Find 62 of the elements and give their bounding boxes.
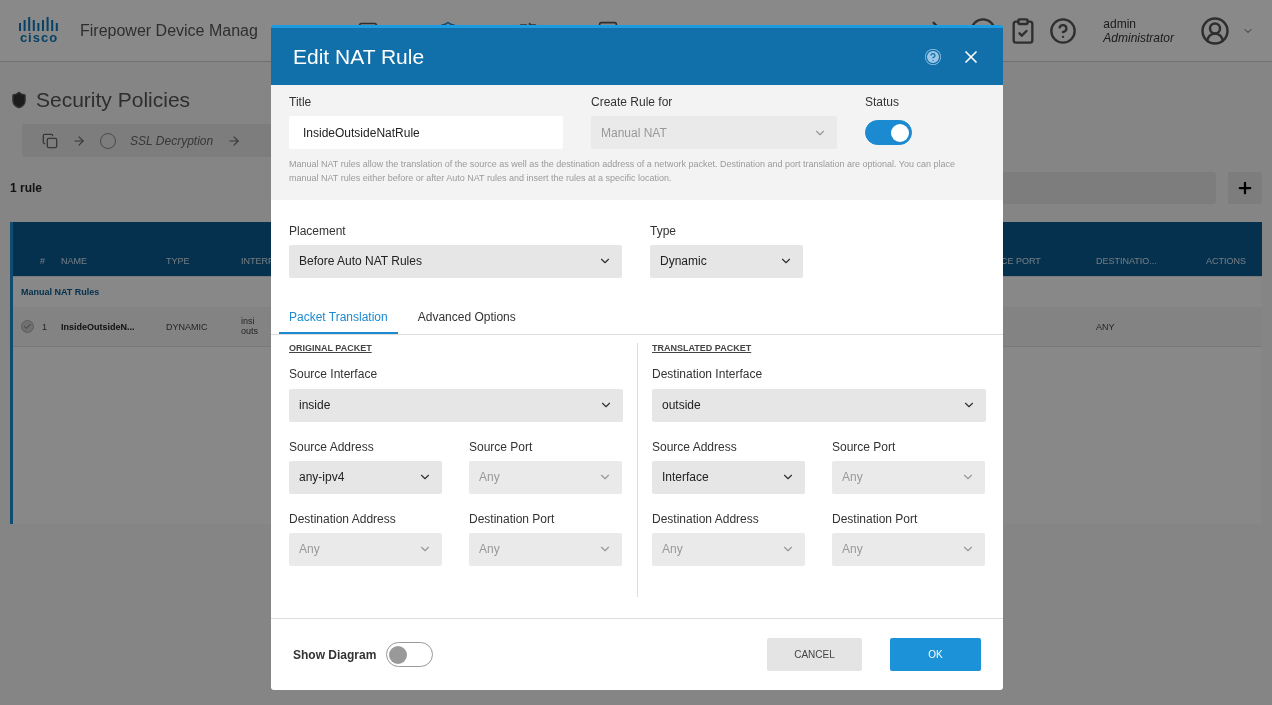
group-label: Manual NAT Rules (20, 286, 101, 299)
title-input[interactable]: InsideOutsideNatRule (289, 116, 563, 149)
logo-text: cisco (19, 31, 59, 44)
help-icon[interactable] (1049, 16, 1078, 45)
cancel-button[interactable]: CANCEL (767, 638, 862, 671)
select-field[interactable]: Before Auto NAT Rules (289, 244, 622, 278)
field-label: Source Port (469, 439, 534, 454)
arrow-icon (227, 133, 242, 148)
dialog-title: Edit NAT Rule (293, 44, 425, 69)
ok-button[interactable]: OK (890, 638, 981, 671)
user-avatar-icon[interactable] (1200, 15, 1230, 46)
logo-bars-icon (18, 17, 60, 31)
column-header: DESTINATIO... (1095, 256, 1158, 268)
select-field[interactable]: any-ipv4 (289, 460, 442, 494)
copy-icon[interactable] (42, 132, 58, 149)
section-heading: ORIGINAL PACKET (289, 342, 373, 353)
select-field[interactable]: Dynamic (650, 244, 803, 278)
rule-count: 1 rule (10, 181, 42, 195)
field-label: Destination Address (289, 511, 397, 526)
tab[interactable]: Advanced Options (407, 301, 526, 334)
field-label: Source Address (289, 439, 375, 454)
field-label: Placement (289, 223, 347, 238)
field-label: Destination Port (469, 511, 556, 526)
select-field[interactable]: Interface (652, 460, 805, 494)
column-header: # (39, 256, 46, 268)
breadcrumb-step[interactable]: SSL Decryption (130, 133, 214, 148)
column-header: NAME (60, 256, 88, 268)
field-label: Source Address (652, 439, 738, 454)
add-button[interactable] (1228, 172, 1262, 204)
column-header: TYPE (165, 256, 191, 268)
tab[interactable]: Packet Translation (279, 301, 398, 334)
field-label: Status (865, 95, 901, 109)
field-label: Source Port (832, 439, 897, 454)
help-icon[interactable] (925, 48, 941, 65)
plus-icon (1236, 179, 1254, 197)
row-checkbox[interactable] (21, 320, 34, 333)
field-label: Show Diagram (293, 647, 377, 662)
field-label: Destination Port (832, 511, 919, 526)
section-heading: TRANSLATED PACKET (652, 342, 753, 353)
user-name: admin (1103, 16, 1137, 31)
field-label: Destination Address (652, 511, 760, 526)
status-toggle[interactable] (865, 120, 912, 145)
field-label: Create Rule for (591, 95, 674, 109)
select-field[interactable]: outside (652, 388, 986, 422)
table-cell-text: DYNAMIC (165, 321, 209, 332)
check-icon (23, 322, 32, 331)
table-cell-text: insi outs (240, 316, 258, 337)
select-field[interactable]: inside (289, 388, 623, 422)
user-role: Administrator (1103, 30, 1174, 45)
field-label: Source Interface (289, 366, 379, 381)
field-label: Destination Interface (652, 366, 764, 381)
field-label: Title (289, 95, 313, 109)
column-header: ACTIONS (1205, 256, 1247, 268)
page-title: Security Policies (36, 88, 191, 112)
table-cell-text: ANY (1095, 321, 1116, 332)
table-cell-text: InsideOutsideN... (60, 321, 136, 332)
table-cell: 1 (42, 321, 47, 332)
field-label: Type (650, 223, 677, 238)
description-text: Manual NAT rules allow the translation of the source as well as the destination address of a network packet. Destination and port translation are optional. You can place manual NAT rules either before or after Auto NAT rules and insert the rules at a specific location. (289, 158, 957, 186)
app-name: Firepower Device Manag (80, 21, 258, 40)
shield-icon (10, 91, 28, 109)
diagram-toggle[interactable] (386, 642, 434, 667)
